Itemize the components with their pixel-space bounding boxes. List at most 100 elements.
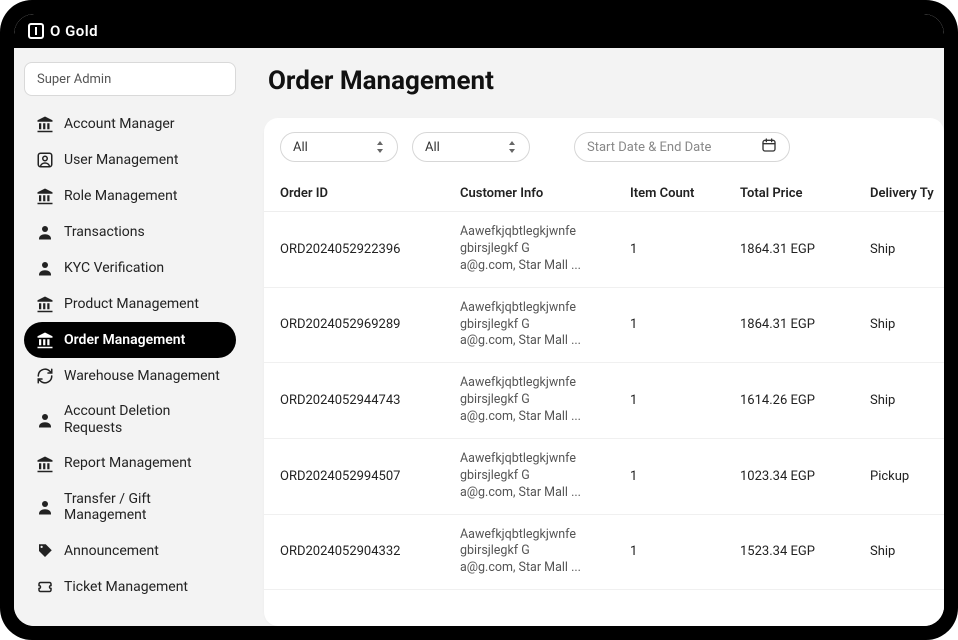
cell-item-count: 1	[630, 393, 740, 408]
cell-delivery-type: Pickup	[870, 469, 944, 484]
sidebar-item-account-deletion-requests[interactable]: Account Deletion Requests	[24, 394, 236, 446]
cell-customer-info: Aawefkjqbtlegkjwnfegbirsjlegkf Ga@g.com,…	[460, 451, 630, 502]
sidebar-item-user-management[interactable]: User Management	[24, 142, 236, 178]
screen: O Gold Super Admin Account Manager User M…	[14, 14, 944, 626]
sidebar-item-label: Report Management	[64, 455, 224, 472]
cell-customer-info: Aawefkjqbtlegkjwnfegbirsjlegkf Ga@g.com,…	[460, 527, 630, 578]
brand-text: O Gold	[50, 22, 98, 40]
sidebar-item-product-management[interactable]: Product Management	[24, 286, 236, 322]
filter-select-1-value: All	[293, 140, 308, 155]
cell-order-id: ORD2024052922396	[280, 242, 460, 257]
cell-total-price: 1523.34 EGP	[740, 544, 870, 559]
table-card: All All Start Date & End Date	[264, 118, 944, 626]
sidebar-item-label: Order Management	[64, 332, 224, 349]
bank-icon	[36, 115, 54, 133]
bank-icon	[36, 455, 54, 473]
person-icon	[36, 411, 54, 429]
sidebar-item-label: Ticket Management	[64, 579, 224, 596]
table-row[interactable]: ORD2024052994507Aawefkjqbtlegkjwnfegbirs…	[264, 439, 944, 515]
cell-total-price: 1864.31 EGP	[740, 242, 870, 257]
cell-delivery-type: Ship	[870, 242, 944, 257]
sidebar-item-label: Role Management	[64, 188, 224, 205]
cell-total-price: 1864.31 EGP	[740, 317, 870, 332]
chevron-updown-icon	[375, 140, 385, 154]
bank-icon	[36, 295, 54, 313]
col-item-count: Item Count	[630, 186, 740, 201]
sidebar-item-warehouse-management[interactable]: Warehouse Management	[24, 358, 236, 394]
cell-order-id: ORD2024052994507	[280, 469, 460, 484]
cell-item-count: 1	[630, 469, 740, 484]
main-wrap: Super Admin Account Manager User Manageme…	[14, 48, 944, 626]
filter-select-1[interactable]: All	[280, 132, 398, 162]
bank-icon	[36, 187, 54, 205]
role-selector-value: Super Admin	[37, 72, 111, 87]
person-icon	[36, 498, 54, 516]
ticket-icon	[36, 578, 54, 596]
sidebar-item-role-management[interactable]: Role Management	[24, 178, 236, 214]
role-selector[interactable]: Super Admin	[24, 62, 236, 96]
col-order-id: Order ID	[280, 186, 460, 201]
tag-icon	[36, 542, 54, 560]
sidebar-item-label: KYC Verification	[64, 260, 224, 277]
col-customer-info: Customer Info	[460, 186, 630, 201]
cell-delivery-type: Ship	[870, 317, 944, 332]
table-header: Order ID Customer Info Item Count Total …	[264, 176, 944, 212]
brand-logo: O Gold	[28, 22, 98, 40]
sidebar-item-transfer-gift-management[interactable]: Transfer / Gift Management	[24, 482, 236, 534]
col-total-price: Total Price	[740, 186, 870, 201]
cell-delivery-type: Ship	[870, 544, 944, 559]
bank-icon	[36, 331, 54, 349]
sidebar-item-label: Warehouse Management	[64, 368, 224, 385]
content: Order Management All All Start Date & En…	[246, 48, 944, 626]
table-row[interactable]: ORD2024052922396Aawefkjqbtlegkjwnfegbirs…	[264, 212, 944, 288]
sidebar-item-label: Account Deletion Requests	[64, 403, 224, 437]
person-icon	[36, 223, 54, 241]
user-box-icon	[36, 151, 54, 169]
sidebar-item-ticket-management[interactable]: Ticket Management	[24, 569, 236, 605]
sidebar: Super Admin Account Manager User Manageme…	[14, 48, 246, 626]
cell-total-price: 1023.34 EGP	[740, 469, 870, 484]
sidebar-item-order-management[interactable]: Order Management	[24, 322, 236, 358]
brand-mark-icon	[28, 23, 44, 39]
table-row[interactable]: ORD2024052969289Aawefkjqbtlegkjwnfegbirs…	[264, 288, 944, 364]
sidebar-item-label: Product Management	[64, 296, 224, 313]
sidebar-item-label: Announcement	[64, 543, 224, 560]
device-frame: O Gold Super Admin Account Manager User M…	[0, 0, 958, 640]
cell-customer-info: Aawefkjqbtlegkjwnfegbirsjlegkf Ga@g.com,…	[460, 300, 630, 351]
cell-total-price: 1614.26 EGP	[740, 393, 870, 408]
cell-customer-info: Aawefkjqbtlegkjwnfegbirsjlegkf Ga@g.com,…	[460, 224, 630, 275]
sidebar-item-account-manager[interactable]: Account Manager	[24, 106, 236, 142]
sidebar-item-transactions[interactable]: Transactions	[24, 214, 236, 250]
date-range-placeholder: Start Date & End Date	[587, 140, 711, 155]
cell-order-id: ORD2024052904332	[280, 544, 460, 559]
col-delivery-type: Delivery Ty	[870, 186, 944, 201]
table-row[interactable]: ORD2024052904332Aawefkjqbtlegkjwnfegbirs…	[264, 515, 944, 591]
cell-order-id: ORD2024052944743	[280, 393, 460, 408]
person-icon	[36, 259, 54, 277]
chevron-updown-icon	[507, 140, 517, 154]
sidebar-item-kyc-verification[interactable]: KYC Verification	[24, 250, 236, 286]
cell-order-id: ORD2024052969289	[280, 317, 460, 332]
table-row[interactable]: ORD2024052944743Aawefkjqbtlegkjwnfegbirs…	[264, 363, 944, 439]
filter-select-2[interactable]: All	[412, 132, 530, 162]
page-title: Order Management	[264, 66, 944, 96]
filter-select-2-value: All	[425, 140, 440, 155]
cell-item-count: 1	[630, 317, 740, 332]
date-range-picker[interactable]: Start Date & End Date	[574, 132, 790, 162]
refresh-icon	[36, 367, 54, 385]
sidebar-item-label: Account Manager	[64, 116, 224, 133]
table-body: ORD2024052922396Aawefkjqbtlegkjwnfegbirs…	[264, 212, 944, 590]
sidebar-item-label: Transactions	[64, 224, 224, 241]
sidebar-item-announcement[interactable]: Announcement	[24, 533, 236, 569]
cell-customer-info: Aawefkjqbtlegkjwnfegbirsjlegkf Ga@g.com,…	[460, 375, 630, 426]
cell-item-count: 1	[630, 544, 740, 559]
cell-item-count: 1	[630, 242, 740, 257]
sidebar-item-report-management[interactable]: Report Management	[24, 446, 236, 482]
sidebar-item-label: User Management	[64, 152, 224, 169]
orders-table: Order ID Customer Info Item Count Total …	[264, 176, 944, 626]
nav-list: Account Manager User Management Role Manag…	[24, 106, 236, 605]
calendar-icon	[761, 137, 777, 157]
cell-delivery-type: Ship	[870, 393, 944, 408]
sidebar-item-label: Transfer / Gift Management	[64, 491, 224, 525]
filters-row: All All Start Date & End Date	[264, 132, 944, 176]
